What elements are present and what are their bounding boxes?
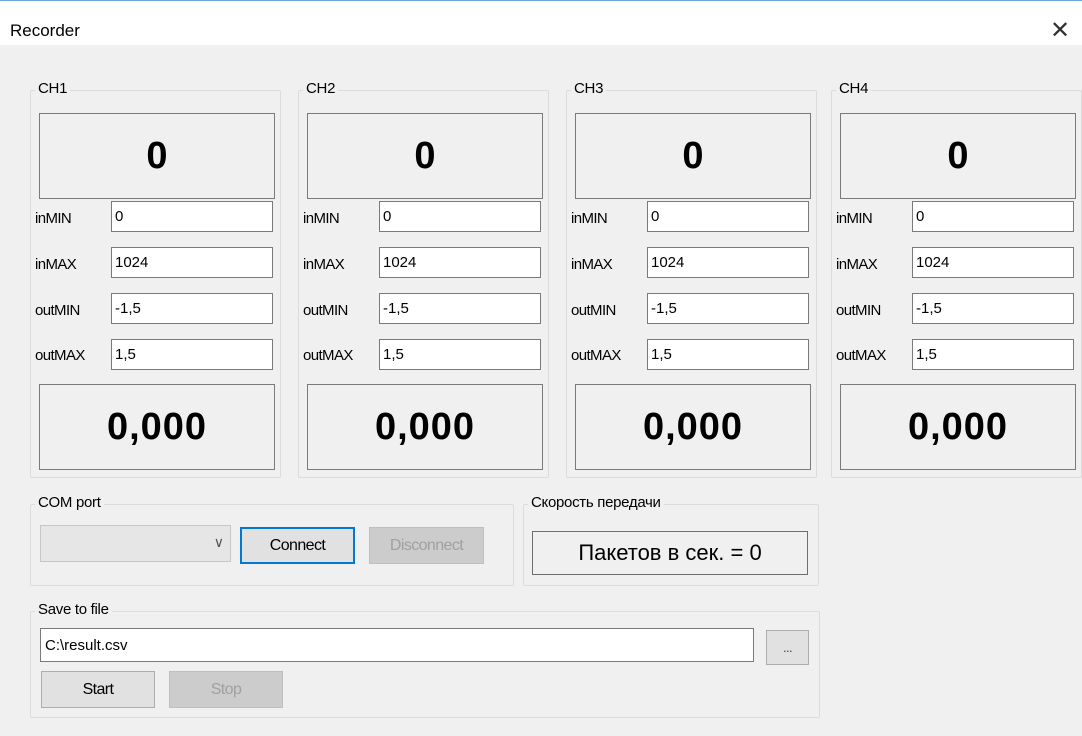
in-min-label: inMIN [836, 210, 873, 227]
channel-group-ch4: CH4 0 inMIN inMAX outMIN outMAX 0,000 [831, 80, 1082, 478]
out-max-input[interactable] [379, 339, 541, 370]
in-min-input[interactable] [379, 201, 541, 232]
out-max-input[interactable] [111, 339, 273, 370]
channel-group-ch1: CH1 0 inMIN inMAX outMIN outMAX 0,000 [30, 80, 281, 478]
recorder-window: Recorder ✕ CH1 0 inMIN inMAX outMIN outM… [0, 0, 1082, 736]
in-max-input[interactable] [912, 247, 1074, 278]
transfer-speed-label: Скорость передачи [528, 494, 664, 511]
out-max-label: outMAX [571, 347, 621, 364]
save-to-file-label: Save to file [35, 601, 112, 618]
channel-title: CH2 [303, 80, 339, 97]
disconnect-button[interactable]: Disconnect [369, 527, 484, 564]
in-min-input[interactable] [912, 201, 1074, 232]
browse-button[interactable]: ... [766, 630, 809, 665]
raw-value-display: 0 [575, 113, 811, 199]
out-min-label: outMIN [35, 302, 80, 319]
in-min-label: inMIN [571, 210, 608, 227]
scaled-value-display: 0,000 [307, 384, 543, 470]
out-min-input[interactable] [379, 293, 541, 324]
in-min-label: inMIN [303, 210, 340, 227]
out-min-label: outMIN [836, 302, 881, 319]
file-path-input[interactable] [40, 628, 754, 662]
channel-group-ch2: CH2 0 inMIN inMAX outMIN outMAX 0,000 [298, 80, 549, 478]
com-port-select[interactable]: ∨ [40, 525, 231, 562]
in-min-input[interactable] [111, 201, 273, 232]
raw-value-display: 0 [39, 113, 275, 199]
connect-button[interactable]: Connect [240, 527, 355, 564]
start-button[interactable]: Start [41, 671, 155, 708]
out-max-label: outMAX [836, 347, 886, 364]
in-max-input[interactable] [647, 247, 809, 278]
stop-button[interactable]: Stop [169, 671, 283, 708]
out-max-label: outMAX [35, 347, 85, 364]
in-max-input[interactable] [111, 247, 273, 278]
scaled-value-display: 0,000 [39, 384, 275, 470]
channel-title: CH1 [35, 80, 71, 97]
scaled-value-display: 0,000 [840, 384, 1076, 470]
chevron-down-icon: ∨ [213, 534, 224, 550]
in-max-label: inMAX [303, 256, 345, 273]
out-min-input[interactable] [111, 293, 273, 324]
title-bar: Recorder ✕ [0, 1, 1082, 45]
packets-per-second-display: Пакетов в сек. = 0 [532, 531, 808, 575]
channel-group-ch3: CH3 0 inMIN inMAX outMIN outMAX 0,000 [566, 80, 817, 478]
out-min-input[interactable] [912, 293, 1074, 324]
in-max-label: inMAX [35, 256, 77, 273]
in-max-label: inMAX [836, 256, 878, 273]
com-port-label: COM port [35, 494, 104, 511]
in-max-input[interactable] [379, 247, 541, 278]
out-min-label: outMIN [571, 302, 616, 319]
raw-value-display: 0 [840, 113, 1076, 199]
in-min-input[interactable] [647, 201, 809, 232]
out-max-input[interactable] [647, 339, 809, 370]
channel-title: CH4 [836, 80, 872, 97]
out-max-label: outMAX [303, 347, 353, 364]
out-min-input[interactable] [647, 293, 809, 324]
close-icon[interactable]: ✕ [1042, 15, 1078, 45]
in-min-label: inMIN [35, 210, 72, 227]
channel-title: CH3 [571, 80, 607, 97]
out-max-input[interactable] [912, 339, 1074, 370]
out-min-label: outMIN [303, 302, 348, 319]
scaled-value-display: 0,000 [575, 384, 811, 470]
in-max-label: inMAX [571, 256, 613, 273]
window-title: Recorder [10, 21, 80, 40]
raw-value-display: 0 [307, 113, 543, 199]
